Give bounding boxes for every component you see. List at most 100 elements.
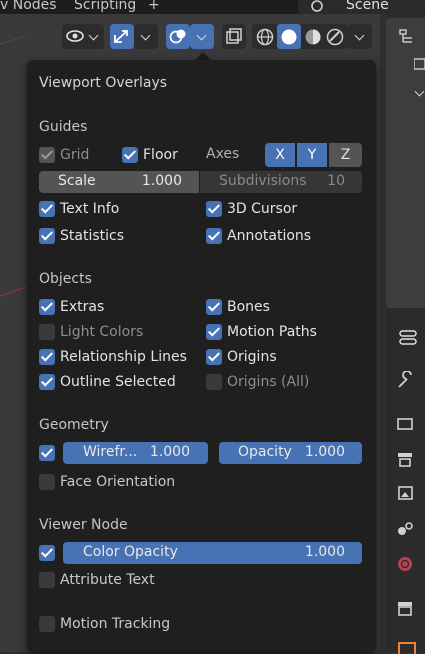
wireframe-toggle[interactable] [39, 443, 55, 463]
chevron-down-icon [354, 30, 365, 41]
outline-selected-label: Outline Selected [60, 374, 176, 390]
object-properties-icon[interactable] [398, 642, 416, 654]
overlays-icon [169, 29, 186, 44]
statistics-toggle[interactable]: Statistics [39, 226, 124, 246]
axis-z-toggle[interactable]: Z [329, 143, 362, 167]
text-info-label: Text Info [60, 201, 120, 217]
axis-x-toggle[interactable]: X [265, 143, 295, 167]
relationship-lines-toggle[interactable]: Relationship Lines [39, 347, 187, 367]
material-preview-icon[interactable] [303, 27, 323, 47]
tool-wrench-icon[interactable] [395, 371, 415, 389]
motion-tracking-toggle[interactable]: Motion Tracking [39, 614, 170, 634]
outliner-panel [386, 18, 425, 308]
world-properties-icon[interactable] [395, 555, 415, 573]
properties-editor-icon[interactable] [398, 328, 420, 346]
shading-menu-button[interactable] [348, 24, 372, 49]
floor-checkbox[interactable] [122, 147, 138, 163]
motion-tracking-checkbox[interactable] [39, 616, 55, 632]
subdivisions-label: Subdivisions [219, 173, 307, 189]
origins-toggle[interactable]: Origins [206, 347, 277, 367]
origins-all-toggle[interactable]: Origins (All) [206, 372, 309, 392]
xray-icon [226, 28, 242, 44]
popover-title: Viewport Overlays [39, 75, 168, 91]
outline-selected-toggle[interactable]: Outline Selected [39, 372, 176, 392]
render-properties-icon[interactable] [395, 414, 415, 432]
overlays-toggle-button[interactable] [166, 24, 190, 49]
chevron-down-icon [196, 30, 207, 41]
axis-y-toggle[interactable]: Y [297, 143, 327, 167]
origins-checkbox[interactable] [206, 349, 222, 365]
3d-cursor-label: 3D Cursor [227, 201, 298, 217]
motion-tracking-label: Motion Tracking [60, 616, 171, 632]
outline-selected-checkbox[interactable] [39, 374, 55, 390]
origins-all-label: Origins (All) [227, 374, 310, 390]
solid-shading-icon [281, 29, 297, 45]
gizmo-toggle-button[interactable] [110, 24, 134, 49]
motion-paths-toggle[interactable]: Motion Paths [206, 322, 317, 342]
wireframe-shading-icon[interactable] [255, 27, 275, 47]
wireframe-threshold-field[interactable]: Wirefr... 1.000 [63, 442, 208, 464]
view-layer-icon[interactable] [395, 484, 415, 502]
opacity-label: Opacity [238, 444, 292, 460]
floor-label: Floor [143, 147, 178, 163]
origins-all-checkbox[interactable] [206, 374, 222, 390]
3d-cursor-toggle[interactable]: 3D Cursor [206, 199, 297, 219]
tab-scripting[interactable]: Scripting [74, 0, 136, 13]
face-orientation-checkbox[interactable] [39, 474, 55, 490]
motion-paths-label: Motion Paths [227, 324, 317, 340]
annotations-toggle[interactable]: Annotations [206, 226, 311, 246]
annotations-label: Annotations [227, 228, 312, 244]
bones-toggle[interactable]: Bones [206, 297, 270, 317]
visibility-menu-button[interactable] [62, 24, 104, 49]
light-colors-checkbox[interactable] [39, 324, 55, 340]
text-info-checkbox[interactable] [39, 201, 55, 217]
text-info-toggle[interactable]: Text Info [39, 199, 119, 219]
chevron-down-icon[interactable] [414, 86, 425, 97]
add-workspace-button[interactable]: + [148, 0, 160, 13]
statistics-label: Statistics [60, 228, 124, 244]
collection-properties-icon[interactable] [395, 599, 415, 617]
xray-toggle-button[interactable] [222, 24, 246, 49]
rendered-shading-icon[interactable] [325, 27, 345, 47]
floor-toggle[interactable]: Floor [122, 145, 178, 165]
gizmo-menu-button[interactable] [134, 24, 158, 49]
3d-cursor-checkbox[interactable] [206, 201, 222, 217]
overlays-menu-button[interactable] [190, 24, 214, 49]
filter-icon[interactable] [414, 58, 425, 70]
extras-label: Extras [60, 299, 105, 315]
viewer-color-toggle[interactable] [39, 543, 55, 563]
axes-label: Axes [206, 146, 240, 162]
viewer-color-checkbox[interactable] [39, 545, 55, 561]
extras-checkbox[interactable] [39, 299, 55, 315]
bones-label: Bones [227, 299, 270, 315]
chevron-down-icon [88, 30, 99, 41]
subdivisions-field[interactable]: Subdivisions 10 [200, 171, 362, 193]
grid-checkbox[interactable] [39, 147, 55, 163]
light-colors-toggle[interactable]: Light Colors [39, 322, 143, 342]
scale-field[interactable]: Scale 1.000 [39, 171, 199, 193]
bones-checkbox[interactable] [206, 299, 222, 315]
attribute-text-toggle[interactable]: Attribute Text [39, 570, 155, 590]
scale-value: 1.000 [141, 173, 182, 189]
output-properties-icon[interactable] [395, 450, 415, 468]
color-opacity-field[interactable]: Color Opacity 1.000 [63, 542, 362, 564]
attribute-text-checkbox[interactable] [39, 572, 55, 588]
face-orientation-toggle[interactable]: Face Orientation [39, 472, 175, 492]
wireframe-opacity-field[interactable]: Opacity 1.000 [219, 442, 362, 464]
motion-paths-checkbox[interactable] [206, 324, 222, 340]
statistics-checkbox[interactable] [39, 228, 55, 244]
relationship-lines-checkbox[interactable] [39, 349, 55, 365]
tab-nodes[interactable]: v Nodes [0, 0, 57, 13]
extras-toggle[interactable]: Extras [39, 297, 104, 317]
scene-selector[interactable]: Scene [298, 0, 425, 14]
outliner-icon[interactable] [398, 28, 420, 46]
solid-shading-button[interactable] [277, 24, 301, 49]
wireframe-checkbox[interactable] [39, 445, 55, 461]
scene-name: Scene [346, 0, 389, 13]
annotations-checkbox[interactable] [206, 228, 222, 244]
scene-properties-icon[interactable] [395, 519, 415, 537]
color-opacity-label: Color Opacity [83, 544, 178, 560]
scene-icon [311, 0, 323, 12]
subdivisions-value: 10 [327, 173, 345, 189]
grid-toggle[interactable]: Grid [39, 145, 89, 165]
